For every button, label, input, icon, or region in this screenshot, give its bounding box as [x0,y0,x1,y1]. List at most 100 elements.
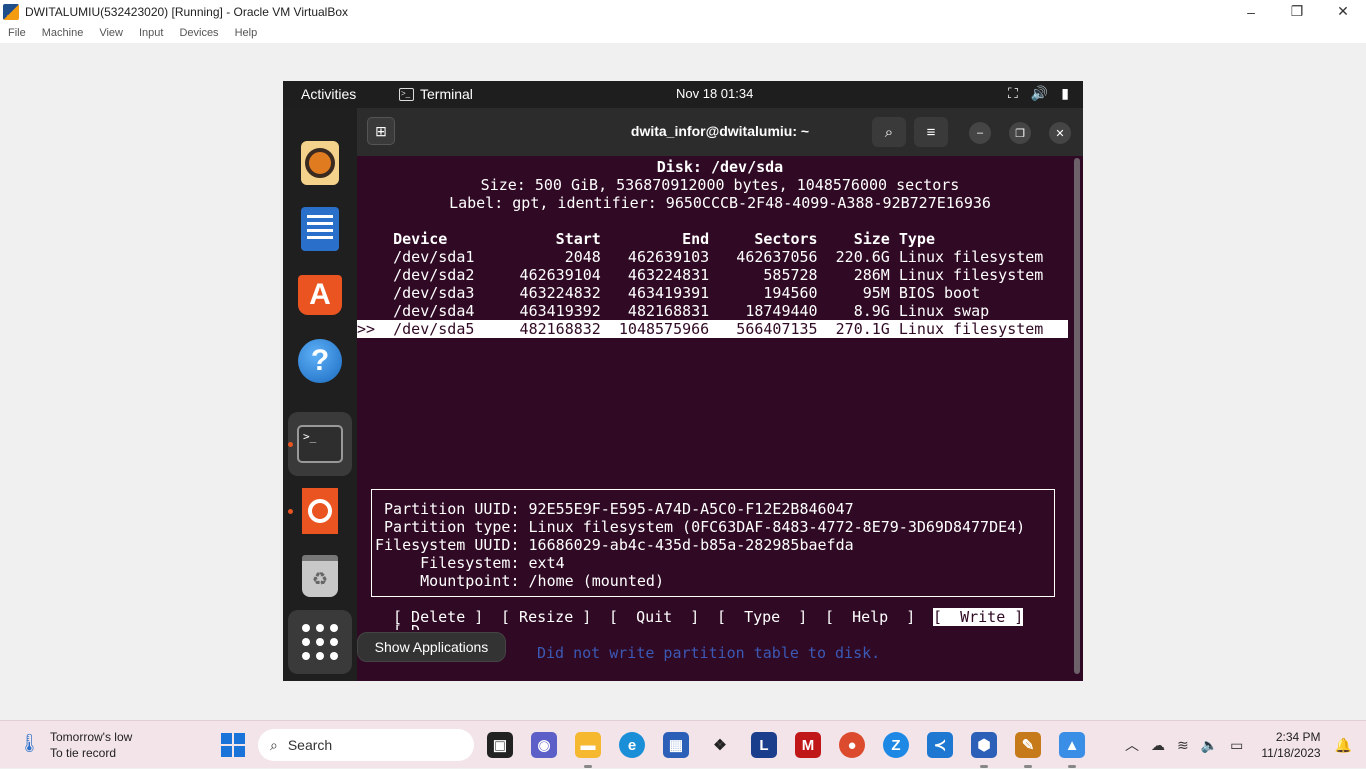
menu-file[interactable]: File [8,27,26,39]
menu-button[interactable]: ≡ [914,117,948,147]
vscode-icon[interactable]: ≺ [927,732,953,758]
ubuntu-software-icon: A [298,275,342,315]
window-title: DWITALUMIU(532423020) [Running] - Oracle… [25,4,349,19]
notification-bell-icon[interactable]: 🔔 [1335,737,1352,754]
type-button[interactable]: [ Type ] [717,608,807,626]
terminal-icon: >_ [297,425,343,463]
menu-machine[interactable]: Machine [42,27,84,39]
task-view-icon[interactable]: ▣ [487,732,513,758]
guest-screen[interactable]: Activities >_ Terminal Nov 18 01:34 ⛶ 🔊 … [283,81,1083,681]
dock: A ? >_ ♻ [283,108,357,681]
weather-line2: To tie record [50,746,117,760]
dropbox-icon[interactable]: ❖ [707,732,733,758]
resize-button[interactable]: [ Resize ] [501,608,591,626]
disk-size: Size: 500 GiB, 536870912000 bytes, 10485… [480,176,960,194]
weather-widget[interactable]: 🌡 Tomorrow's low To tie record [18,729,132,761]
terminal-headerbar: ⊞ dwita_infor@dwitalumiu: ~ ⌕ ≡ – ❐ ✕ [357,108,1083,156]
disk-label: Label: gpt, identifier: 9650CCCB-2F48-40… [449,194,991,212]
system-tray[interactable]: ⛶ 🔊 ▮ [1008,85,1069,102]
chrome-icon[interactable]: ● [839,732,865,758]
meet-icon[interactable]: ◉ [531,732,557,758]
system-tray-area: ︿ ☁ ≋ 🔈 ▭ 2:34 PM 11/18/2023 🔔 [1119,721,1366,769]
terminal-scrollbar[interactable] [1074,158,1080,674]
app-menu-label: Terminal [420,86,473,102]
terminal-body[interactable]: Disk: /dev/sda Size: 500 GiB, 5368709120… [357,156,1083,681]
taskbar-search[interactable]: ⌕ Search [258,729,474,761]
file-explorer-icon[interactable]: ▬ [575,732,601,758]
paint-icon[interactable]: ✎ [1015,732,1041,758]
l-app-icon[interactable]: L [751,732,777,758]
partition-row[interactable]: /dev/sda1 2048 462639103 462637056 220.6… [357,248,1043,266]
dump-button-partial[interactable]: [ D [393,622,420,630]
info-filesystem-uuid: Filesystem UUID: 16686029-ab4c-435d-b85a… [375,536,854,554]
network-icon: ⛶ [1008,85,1018,101]
edge-icon[interactable]: e [619,732,645,758]
show-applications-tooltip: Show Applications [357,632,506,662]
help-launcher[interactable]: ? [288,329,352,393]
menu-devices[interactable]: Devices [179,27,218,39]
photos-icon[interactable]: ▲ [1059,732,1085,758]
menu-help[interactable]: Help [235,27,258,39]
chevron-up-icon[interactable]: ︿ [1125,735,1139,755]
activities-button[interactable]: Activities [301,86,356,102]
running-indicator [288,442,293,447]
search-button[interactable]: ⌕ [872,117,906,147]
write-button[interactable]: [ Write ] [933,608,1024,626]
ubuntu-installer-icon [302,488,338,534]
store-icon[interactable]: ▦ [663,732,689,758]
writer-launcher[interactable] [288,197,352,261]
table-header: Device Start End Sectors Size Type [357,230,935,248]
libreoffice-writer-icon [301,207,339,251]
virtualbox-taskbar-icon[interactable]: ⬢ [971,732,997,758]
partition-row[interactable]: /dev/sda3 463224832 463419391 194560 95M… [357,284,980,302]
window-controls: – ❐ ✕ [1228,0,1366,23]
info-partition-type: Partition type: Linux filesystem (0FC63D… [375,518,1026,536]
search-placeholder: Search [287,737,333,753]
battery-icon: ▮ [1061,85,1069,101]
app-menu[interactable]: >_ Terminal [399,86,473,102]
info-filesystem: Filesystem: ext4 [375,554,565,572]
thermometer-icon: 🌡 [18,733,41,753]
status-message: Did not write partition table to disk. [537,644,881,662]
zoom-icon[interactable]: Z [883,732,909,758]
help-button[interactable]: [ Help ] [825,608,915,626]
menu-input[interactable]: Input [139,27,163,39]
software-launcher[interactable]: A [288,263,352,327]
wifi-icon[interactable]: ≋ [1177,737,1189,754]
installer-launcher[interactable] [288,479,352,543]
quit-button[interactable]: [ Quit ] [609,608,699,626]
topbar-clock[interactable]: Nov 18 01:34 [676,86,753,101]
partition-row[interactable]: /dev/sda4 463419392 482168831 18749440 8… [357,302,989,320]
terminal-app-icon: >_ [399,87,414,101]
rhythmbox-icon [301,141,339,185]
terminal-launcher[interactable]: >_ [288,412,352,476]
gnome-topbar: Activities >_ Terminal Nov 18 01:34 ⛶ 🔊 … [283,81,1083,108]
rhythmbox-launcher[interactable] [288,131,352,195]
battery-tray-icon[interactable]: ▭ [1230,737,1243,754]
mcafee-icon[interactable]: M [795,732,821,758]
partition-row-selected[interactable]: >> /dev/sda5 482168832 1048575966 566407… [357,320,1068,338]
running-indicator [288,509,293,514]
search-icon: ⌕ [270,736,278,753]
close-button[interactable]: ✕ [1320,0,1366,23]
weather-line1: Tomorrow's low [50,730,133,744]
minimize-button[interactable]: – [1228,0,1274,23]
show-applications-button[interactable] [288,610,352,674]
app-grid-icon [302,624,338,660]
taskbar-date: 11/18/2023 [1261,746,1321,760]
minimize-window-button[interactable]: – [969,122,991,144]
help-icon: ? [298,339,342,383]
partition-row[interactable]: /dev/sda2 462639104 463224831 585728 286… [357,266,1043,284]
speaker-icon[interactable]: 🔈 [1201,737,1218,754]
start-button[interactable] [221,733,245,757]
close-window-button[interactable]: ✕ [1049,122,1071,144]
trash-launcher[interactable]: ♻ [288,544,352,608]
info-partition-uuid: Partition UUID: 92E55E9F-E595-A74D-A5C0-… [375,500,854,518]
restore-window-button[interactable]: ❐ [1009,122,1031,144]
taskbar-clock[interactable]: 2:34 PM 11/18/2023 [1261,729,1320,761]
cloud-icon[interactable]: ☁ [1151,737,1165,754]
virtualbox-icon [3,3,19,20]
windows-taskbar: 🌡 Tomorrow's low To tie record ⌕ Search … [0,720,1366,768]
maximize-button[interactable]: ❐ [1274,0,1320,23]
menu-view[interactable]: View [99,27,123,39]
